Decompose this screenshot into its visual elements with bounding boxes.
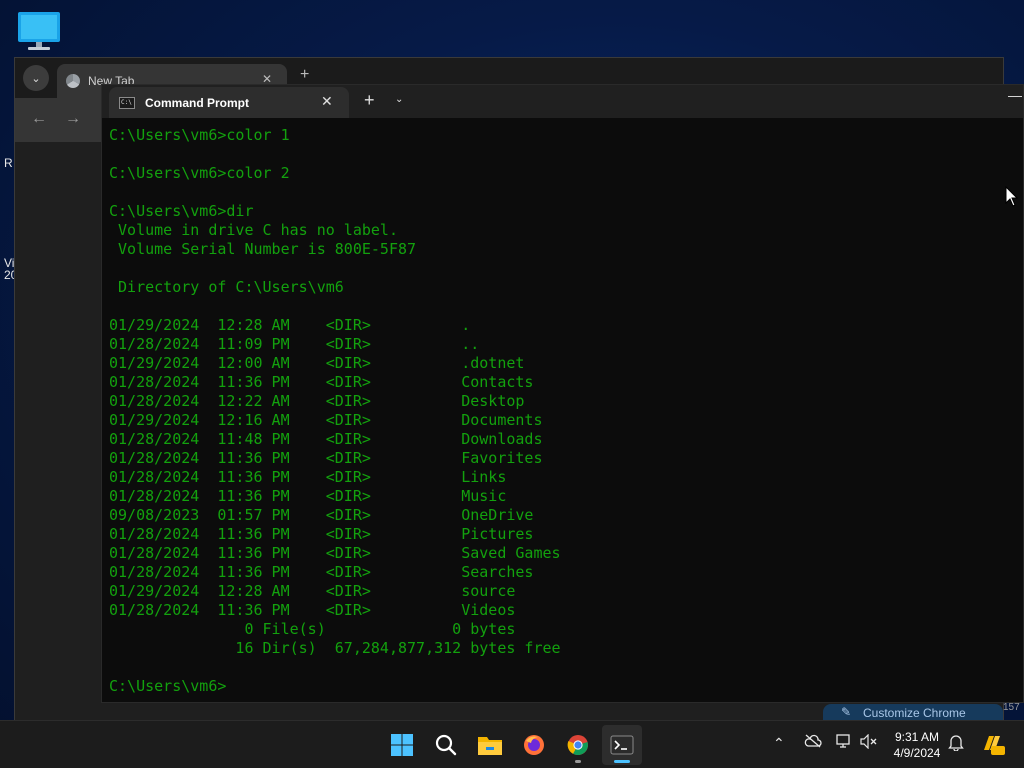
terminal-line: 01/28/2024 11:36 PM <DIR> Searches <box>109 563 534 581</box>
cmd-icon: C:\ <box>119 97 135 109</box>
terminal-line: Volume Serial Number is 800E-5F87 <box>109 240 417 258</box>
terminal-line: 09/08/2023 01:57 PM <DIR> OneDrive <box>109 506 534 524</box>
forward-arrow-icon[interactable]: → <box>65 110 81 128</box>
close-icon[interactable]: ✕ <box>321 93 333 110</box>
notification-bell-icon[interactable] <box>948 734 964 754</box>
terminal-tab-title: Command Prompt <box>145 96 250 110</box>
active-indicator <box>614 760 630 763</box>
firefox-icon <box>524 735 544 755</box>
terminal-line: C:\Users\vm6>dir <box>109 202 254 220</box>
folder-icon <box>478 737 502 755</box>
customize-chrome-label: Customize Chrome <box>863 706 966 720</box>
terminal-line: 01/29/2024 12:28 AM <DIR> source <box>109 582 516 600</box>
clock-date: 4/9/2024 <box>893 746 941 760</box>
chrome-icon <box>66 74 80 88</box>
terminal-line: Volume in drive C has no label. <box>109 221 398 239</box>
terminal-line: 01/28/2024 11:36 PM <DIR> Videos <box>109 601 516 619</box>
plus-icon[interactable]: + <box>300 66 309 84</box>
pencil-icon: ✎ <box>841 705 852 719</box>
desktop-edge-text: R <box>4 156 13 170</box>
running-indicator <box>575 760 581 763</box>
search-button[interactable] <box>426 725 466 765</box>
terminal-line: 01/28/2024 11:36 PM <DIR> Saved Games <box>109 544 561 562</box>
terminal-line: C:\Users\vm6>color 1 <box>109 126 290 144</box>
terminal-line: 01/29/2024 12:28 AM <DIR> . <box>109 316 471 334</box>
terminal-line: 0 File(s) 0 bytes <box>109 620 516 638</box>
back-arrow-icon[interactable]: ← <box>31 110 47 128</box>
terminal-line: C:\Users\vm6> <box>109 677 227 695</box>
terminal-line: 01/29/2024 12:00 AM <DIR> .dotnet <box>109 354 525 372</box>
minimize-icon[interactable]: — <box>1008 87 1022 103</box>
terminal-line: 01/28/2024 11:48 PM <DIR> Downloads <box>109 430 543 448</box>
chrome-icon <box>567 735 588 756</box>
terminal-line: 01/28/2024 11:36 PM <DIR> Links <box>109 468 507 486</box>
chevron-down-icon[interactable]: ⌄ <box>23 65 49 91</box>
terminal-line: 01/28/2024 11:36 PM <DIR> Music <box>109 487 507 505</box>
terminal-line: 01/28/2024 11:09 PM <DIR> .. <box>109 335 480 353</box>
chevron-up-icon[interactable]: ⌃ <box>773 735 785 752</box>
windows-icon <box>391 734 413 756</box>
customize-chrome-button[interactable]: ✎ Customize Chrome <box>823 704 1003 720</box>
chrome-counter-text: 157 <box>1003 702 1020 713</box>
onedrive-offline-icon[interactable] <box>804 734 822 751</box>
search-icon <box>435 734 457 756</box>
chrome-button[interactable] <box>558 725 598 765</box>
this-pc-desktop-icon[interactable] <box>16 10 62 52</box>
terminal-button[interactable] <box>602 725 642 765</box>
terminal-line: 01/28/2024 11:36 PM <DIR> Contacts <box>109 373 534 391</box>
terminal-line: 01/28/2024 11:36 PM <DIR> Pictures <box>109 525 534 543</box>
chevron-down-icon[interactable]: ⌄ <box>395 94 403 105</box>
terminal-output[interactable]: C:\Users\vm6>color 1 C:\Users\vm6>color 2… <box>109 126 1009 696</box>
clock[interactable]: 9:31 AM 4/9/2024 <box>884 729 950 761</box>
terminal-line: 16 Dir(s) 67,284,877,312 bytes free <box>109 639 561 657</box>
volume-muted-icon[interactable] <box>860 733 878 752</box>
terminal-icon <box>610 735 634 755</box>
terminal-line: 01/28/2024 11:36 PM <DIR> Favorites <box>109 449 543 467</box>
copilot-preview-icon[interactable] <box>980 732 1006 761</box>
start-button[interactable] <box>382 725 422 765</box>
terminal-line: 01/29/2024 12:16 AM <DIR> Documents <box>109 411 543 429</box>
terminal-line: C:\Users\vm6>color 2 <box>109 164 290 182</box>
terminal-title-bar: C:\ Command Prompt ✕ + ⌄ — <box>102 85 1023 118</box>
terminal-tab-command-prompt[interactable]: C:\ Command Prompt ✕ <box>109 87 349 118</box>
taskbar: ⌃ 9:31 AM 4/9/2024 <box>0 720 1024 768</box>
plus-icon[interactable]: + <box>364 90 375 111</box>
command-prompt-window: C:\ Command Prompt ✕ + ⌄ — C:\Users\vm6>… <box>101 84 1024 703</box>
firefox-button[interactable] <box>514 725 554 765</box>
clock-time: 9:31 AM <box>894 730 940 744</box>
network-icon[interactable] <box>836 734 852 752</box>
terminal-line: Directory of C:\Users\vm6 <box>109 278 344 296</box>
file-explorer-button[interactable] <box>470 725 510 765</box>
terminal-line: 01/28/2024 12:22 AM <DIR> Desktop <box>109 392 525 410</box>
